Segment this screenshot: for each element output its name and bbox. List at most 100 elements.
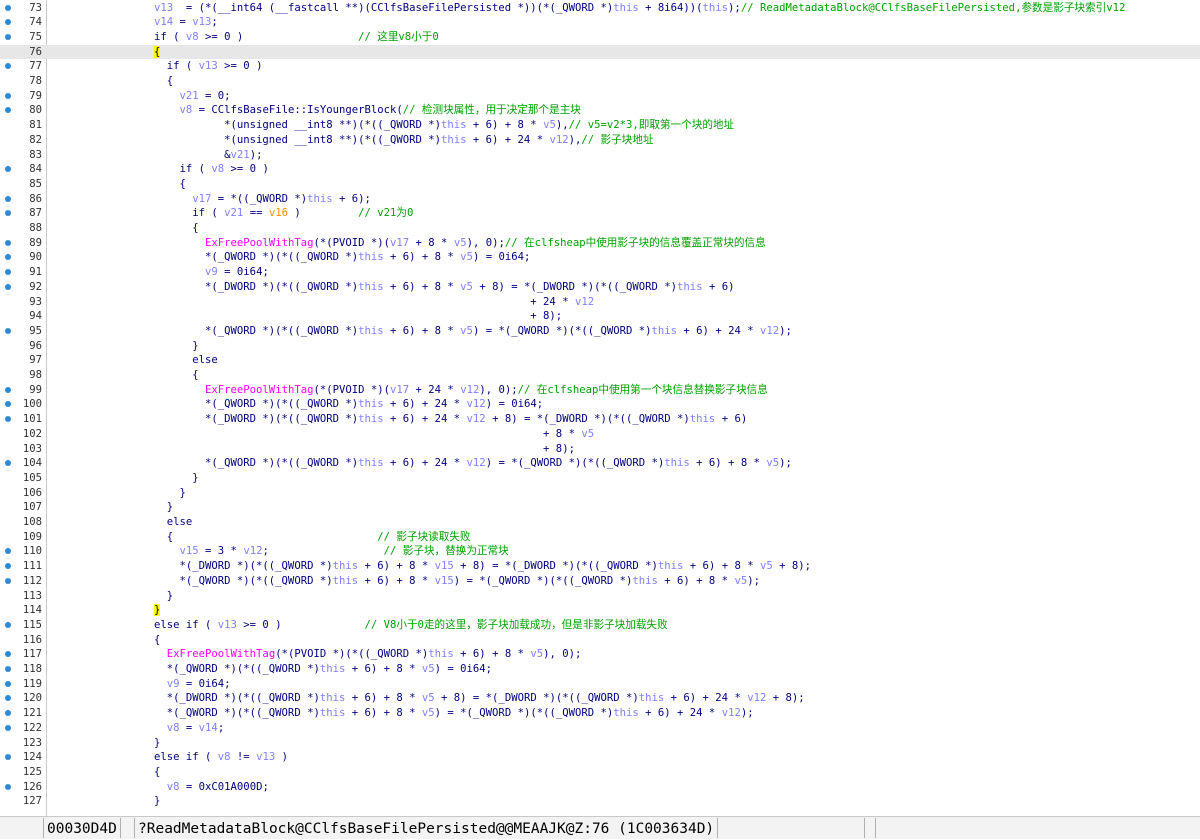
variable[interactable]: v12 xyxy=(243,545,262,557)
breakpoint-dot-icon[interactable] xyxy=(5,166,11,173)
breakpoint-dot-icon[interactable] xyxy=(5,63,11,70)
variable[interactable]: this xyxy=(358,281,384,293)
variable[interactable]: this xyxy=(307,193,333,205)
variable[interactable]: v5 xyxy=(454,237,467,249)
breakpoint-dot-icon[interactable] xyxy=(5,754,11,761)
code-line-115[interactable]: 115 else if ( v13 >= 0 ) // V8小于0走的这里，影子块… xyxy=(0,618,1200,633)
code-line-100[interactable]: 100 *(_QWORD *)(*((_QWORD *)this + 6) + … xyxy=(0,397,1200,412)
variable[interactable]: v12 xyxy=(467,457,486,469)
code-line-91[interactable]: 91 v9 = 0i64; xyxy=(0,265,1200,280)
breakpoint-dot-icon[interactable] xyxy=(5,577,11,584)
code-line-95[interactable]: 95 *(_QWORD *)(*((_QWORD *)this + 6) + 8… xyxy=(0,324,1200,339)
code-line-75[interactable]: 75 if ( v8 >= 0 ) // 这里v8小于0 xyxy=(0,30,1200,45)
breakpoint-dot-icon[interactable] xyxy=(5,254,11,261)
variable[interactable]: v13 xyxy=(154,2,173,14)
variable[interactable]: v9 xyxy=(205,266,218,278)
code-line-105[interactable]: 105 } xyxy=(0,471,1200,486)
breakpoint-dot-icon[interactable] xyxy=(5,710,11,717)
code-line-117[interactable]: 117 ExFreePoolWithTag(*(PVOID *)(*((_QWO… xyxy=(0,647,1200,662)
breakpoint-dot-icon[interactable] xyxy=(5,19,11,26)
variable[interactable]: this xyxy=(652,325,678,337)
code-line-97[interactable]: 97 else xyxy=(0,353,1200,368)
code-line-84[interactable]: 84 if ( v8 >= 0 ) xyxy=(0,162,1200,177)
code-line-77[interactable]: 77 if ( v13 >= 0 ) xyxy=(0,59,1200,74)
pseudocode-editor[interactable]: 73 v13 = (*(__int64 (__fastcall **)(CClfs… xyxy=(0,0,1200,816)
variable[interactable]: v8 xyxy=(218,751,231,763)
breakpoint-dot-icon[interactable] xyxy=(5,416,11,423)
breakpoint-dot-icon[interactable] xyxy=(5,283,11,290)
variable[interactable]: v17 xyxy=(390,237,409,249)
breakpoint-dot-icon[interactable] xyxy=(5,695,11,702)
variable[interactable]: this xyxy=(677,281,703,293)
variable[interactable]: v17 xyxy=(192,193,211,205)
code-line-121[interactable]: 121 *(_QWORD *)(*((_QWORD *)this + 6) + … xyxy=(0,706,1200,721)
code-line-109[interactable]: 109 { // 影子块读取失败 xyxy=(0,530,1200,545)
code-line-116[interactable]: 116 { xyxy=(0,633,1200,648)
variable[interactable]: v5 xyxy=(422,692,435,704)
variable[interactable]: this xyxy=(658,560,684,572)
variable[interactable]: v15 xyxy=(435,560,454,572)
code-line-110[interactable]: 110 v15 = 3 * v12; // 影子块，替换为正常块 xyxy=(0,544,1200,559)
code-line-82[interactable]: 82 *(unsigned __int8 **)(*((_QWORD *)thi… xyxy=(0,133,1200,148)
variable[interactable]: this xyxy=(333,575,359,587)
variable[interactable]: this xyxy=(358,457,384,469)
variable[interactable]: v5 xyxy=(460,325,473,337)
code-line-123[interactable]: 123} xyxy=(0,736,1200,751)
breakpoint-dot-icon[interactable] xyxy=(5,680,11,687)
code-line-76[interactable]: 76 { xyxy=(0,44,1200,60)
variable[interactable]: v17 xyxy=(390,384,409,396)
variable[interactable]: v12 xyxy=(747,692,766,704)
variable[interactable]: v8 xyxy=(211,163,224,175)
variable[interactable]: this xyxy=(358,325,384,337)
breakpoint-dot-icon[interactable] xyxy=(5,33,11,40)
variable[interactable]: v12 xyxy=(575,296,594,308)
code-line-94[interactable]: 94 + 8); xyxy=(0,309,1200,324)
variable[interactable]: this xyxy=(333,560,359,572)
code-line-114[interactable]: 114} xyxy=(0,603,1200,618)
code-line-99[interactable]: 99 ExFreePoolWithTag(*(PVOID *)(v17 + 24… xyxy=(0,383,1200,398)
breakpoint-dot-icon[interactable] xyxy=(5,92,11,99)
variable[interactable]: v5 xyxy=(422,663,435,675)
code-line-80[interactable]: 80 v8 = CClfsBaseFile::IsYoungerBlock(//… xyxy=(0,103,1200,118)
breakpoint-dot-icon[interactable] xyxy=(5,210,11,217)
function-call[interactable]: ExFreePoolWithTag xyxy=(205,237,313,249)
code-line-112[interactable]: 112 *(_QWORD *)(*((_QWORD *)this + 6) + … xyxy=(0,574,1200,589)
code-line-85[interactable]: 85 { xyxy=(0,177,1200,192)
code-line-122[interactable]: 122 v8 = v14; xyxy=(0,721,1200,736)
breakpoint-dot-icon[interactable] xyxy=(5,563,11,570)
variable[interactable]: v5 xyxy=(734,575,747,587)
code-line-78[interactable]: 78 { xyxy=(0,74,1200,89)
variable[interactable]: v12 xyxy=(460,384,479,396)
variable[interactable]: v15 xyxy=(435,575,454,587)
code-line-113[interactable]: 113 } xyxy=(0,589,1200,604)
variable[interactable]: v14 xyxy=(154,16,173,28)
variable[interactable]: v5 xyxy=(766,457,779,469)
highlighted-variable[interactable]: v16 xyxy=(269,207,288,219)
breakpoint-dot-icon[interactable] xyxy=(5,651,11,658)
variable[interactable]: this xyxy=(428,648,454,660)
code-line-124[interactable]: 124 else if ( v8 != v13 ) xyxy=(0,750,1200,765)
variable[interactable]: v8 xyxy=(167,722,180,734)
code-line-120[interactable]: 120 *(_DWORD *)(*((_QWORD *)this + 6) + … xyxy=(0,691,1200,706)
variable[interactable]: this xyxy=(632,575,658,587)
breakpoint-dot-icon[interactable] xyxy=(5,724,11,731)
variable[interactable]: this xyxy=(441,134,467,146)
variable[interactable]: v5 xyxy=(543,119,556,131)
variable[interactable]: v13 xyxy=(192,16,211,28)
function-call[interactable]: ExFreePoolWithTag xyxy=(167,648,275,660)
breakpoint-dot-icon[interactable] xyxy=(5,195,11,202)
code-line-74[interactable]: 74 v14 = v13; xyxy=(0,15,1200,30)
variable[interactable]: v12 xyxy=(467,398,486,410)
code-line-118[interactable]: 118 *(_QWORD *)(*((_QWORD *)this + 6) + … xyxy=(0,662,1200,677)
code-line-101[interactable]: 101 *(_DWORD *)(*((_QWORD *)this + 6) + … xyxy=(0,412,1200,427)
code-line-108[interactable]: 108 else xyxy=(0,515,1200,530)
breakpoint-dot-icon[interactable] xyxy=(5,621,11,628)
code-line-86[interactable]: 86 v17 = *((_QWORD *)this + 6); xyxy=(0,192,1200,207)
variable[interactable]: v12 xyxy=(760,325,779,337)
function-call[interactable]: ExFreePoolWithTag xyxy=(205,384,313,396)
variable[interactable]: v5 xyxy=(760,560,773,572)
code-line-93[interactable]: 93 + 24 * v12 xyxy=(0,295,1200,310)
variable[interactable]: this xyxy=(690,413,716,425)
breakpoint-dot-icon[interactable] xyxy=(5,666,11,672)
variable[interactable]: v5 xyxy=(460,281,473,293)
